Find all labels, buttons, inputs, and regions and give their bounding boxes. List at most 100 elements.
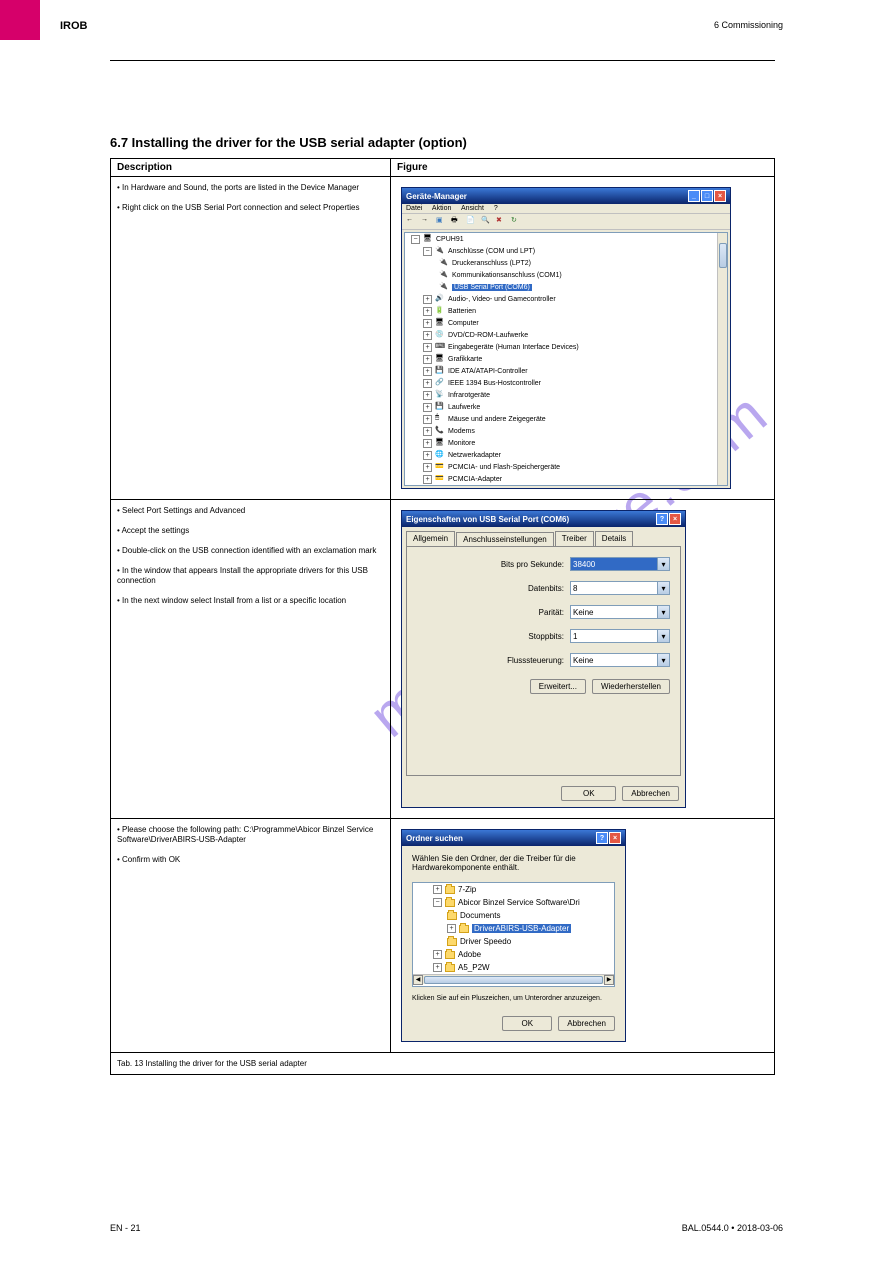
hid-icon: ⌨ [435, 342, 445, 352]
tab-general[interactable]: Allgemein [406, 531, 455, 546]
port-settings-panel: Bits pro Sekunde: 38400▾ Datenbits: 8▾ P… [406, 546, 681, 776]
databits-select[interactable]: 8▾ [570, 581, 670, 595]
cancel-button[interactable]: Abbrechen [558, 1016, 615, 1031]
update-icon[interactable]: ↻ [511, 216, 522, 227]
col-figure: Figure [391, 159, 775, 177]
chevron-down-icon: ▾ [657, 654, 669, 666]
disk-icon: 💾 [435, 402, 445, 412]
table-caption: Tab. 13 Installing the driver for the US… [111, 1053, 775, 1075]
flowcontrol-label: Flusssteuerung: [507, 656, 564, 665]
folder-tree[interactable]: +7-Zip −Abicor Binzel Service Software\D… [412, 882, 615, 987]
scan-icon[interactable]: 🔍 [481, 216, 492, 227]
back-icon[interactable]: ← [406, 216, 417, 227]
ok-button[interactable]: OK [502, 1016, 552, 1031]
close-button[interactable]: × [609, 832, 621, 844]
cancel-button[interactable]: Abbrechen [622, 786, 679, 801]
scrollbar-horizontal[interactable]: ◀ ▶ [413, 974, 614, 984]
section-title: 6.7 Installing the driver for the USB se… [110, 135, 467, 150]
port-icon: 🔌 [439, 270, 449, 280]
browse-titlebar: Ordner suchen ? × [402, 830, 625, 846]
modem-icon: 📞 [435, 426, 445, 436]
dvd-icon: 💿 [435, 330, 445, 340]
prop-icon[interactable]: 📄 [466, 216, 477, 227]
chevron-down-icon: ▾ [657, 606, 669, 618]
ok-button[interactable]: OK [561, 786, 616, 801]
tab-driver[interactable]: Treiber [555, 531, 594, 546]
row3-desc: • Please choose the following path: C:\P… [111, 819, 391, 1053]
print-icon[interactable]: 🖶 [451, 216, 462, 227]
header-product: IROB [60, 20, 88, 32]
logo [0, 0, 40, 40]
folder-icon [445, 951, 455, 959]
props-tabs[interactable]: Allgemein Anschlusseinstellungen Treiber… [406, 531, 681, 546]
databits-label: Datenbits: [528, 584, 564, 593]
devmgr-toolbar[interactable]: ← → ▣ 🖶 📄 🔍 ✖ ↻ [402, 214, 730, 230]
folder-icon [445, 899, 455, 907]
browse-prompt: Wählen Sie den Ordner, der die Treiber f… [412, 854, 615, 872]
help-button[interactable]: ? [596, 832, 608, 844]
ide-icon: 💾 [435, 366, 445, 376]
ports-icon: 🔌 [435, 246, 445, 256]
bps-select[interactable]: 38400▾ [570, 557, 670, 571]
scroll-left-icon[interactable]: ◀ [413, 975, 423, 985]
row2-desc: • Select Port Settings and Advanced • Ac… [111, 500, 391, 819]
selected-driver-folder[interactable]: DriverABIRS-USB-Adapter [472, 924, 571, 933]
browse-folder-dialog: Ordner suchen ? × Wählen Sie den Ordner,… [401, 829, 626, 1042]
advanced-button[interactable]: Erweitert... [530, 679, 586, 694]
stopbits-select[interactable]: 1▾ [570, 629, 670, 643]
mouse-icon: 🖱 [435, 414, 445, 424]
display-icon: 🖥 [435, 354, 445, 364]
close-button[interactable]: × [714, 190, 726, 202]
scroll-right-icon[interactable]: ▶ [604, 975, 614, 985]
minimize-button[interactable]: _ [688, 190, 700, 202]
monitor-icon[interactable]: ▣ [436, 216, 447, 227]
chevron-down-icon: ▾ [657, 630, 669, 642]
doc-id: BAL.0544.0 • 2018-03-06 [682, 1223, 783, 1233]
network-icon: 🌐 [435, 450, 445, 460]
folder-icon [447, 912, 457, 920]
restore-defaults-button[interactable]: Wiederherstellen [592, 679, 670, 694]
row1-desc: • In Hardware and Sound, the ports are l… [111, 177, 391, 500]
page-number: EN - 21 [110, 1223, 141, 1233]
port-icon: 🔌 [439, 258, 449, 268]
devmgr-titlebar: Geräte-Manager _ □ × [402, 188, 730, 204]
props-titlebar: Eigenschaften von USB Serial Port (COM6)… [402, 511, 685, 527]
properties-dialog: Eigenschaften von USB Serial Port (COM6)… [401, 510, 686, 808]
devmgr-menubar[interactable]: Datei Aktion Ansicht ? [402, 204, 730, 214]
monitor-icon: 🖥 [435, 438, 445, 448]
maximize-button[interactable]: □ [701, 190, 713, 202]
uninstall-icon[interactable]: ✖ [496, 216, 507, 227]
tab-port-settings[interactable]: Anschlusseinstellungen [456, 532, 554, 547]
browse-hint: Klicken Sie auf ein Pluszeichen, um Unte… [412, 995, 615, 1002]
forward-icon[interactable]: → [421, 216, 432, 227]
parity-select[interactable]: Keine▾ [570, 605, 670, 619]
help-button[interactable]: ? [656, 513, 668, 525]
flowcontrol-select[interactable]: Keine▾ [570, 653, 670, 667]
chevron-down-icon: ▾ [657, 558, 669, 570]
instruction-table: Description Figure • In Hardware and Sou… [110, 158, 775, 1075]
battery-icon: 🔋 [435, 306, 445, 316]
tab-details[interactable]: Details [595, 531, 633, 546]
selected-usb-port[interactable]: USB Serial Port (COM6) [452, 284, 532, 291]
header-section: 6 Commissioning [714, 20, 783, 30]
device-manager-window: Geräte-Manager _ □ × Datei Aktion Ansich… [401, 187, 731, 489]
chevron-down-icon: ▾ [657, 582, 669, 594]
parity-label: Parität: [539, 608, 564, 617]
scrollbar[interactable] [717, 233, 727, 485]
col-description: Description [111, 159, 391, 177]
pcmcia-icon: 💳 [435, 462, 445, 472]
folder-icon [459, 925, 469, 933]
stopbits-label: Stoppbits: [528, 632, 564, 641]
ir-icon: 📡 [435, 390, 445, 400]
folder-icon [447, 938, 457, 946]
pcmcia-icon: 💳 [435, 474, 445, 484]
computer-icon: 🖥 [435, 318, 445, 328]
audio-icon: 🔊 [435, 294, 445, 304]
header-rule [110, 60, 775, 61]
folder-icon [445, 886, 455, 894]
device-tree[interactable]: −🖥CPUH91 −🔌Anschlüsse (COM und LPT) 🔌Dru… [404, 232, 728, 486]
close-button[interactable]: × [669, 513, 681, 525]
ieee-icon: 🔗 [435, 378, 445, 388]
folder-icon [445, 964, 455, 972]
bps-label: Bits pro Sekunde: [501, 560, 564, 569]
